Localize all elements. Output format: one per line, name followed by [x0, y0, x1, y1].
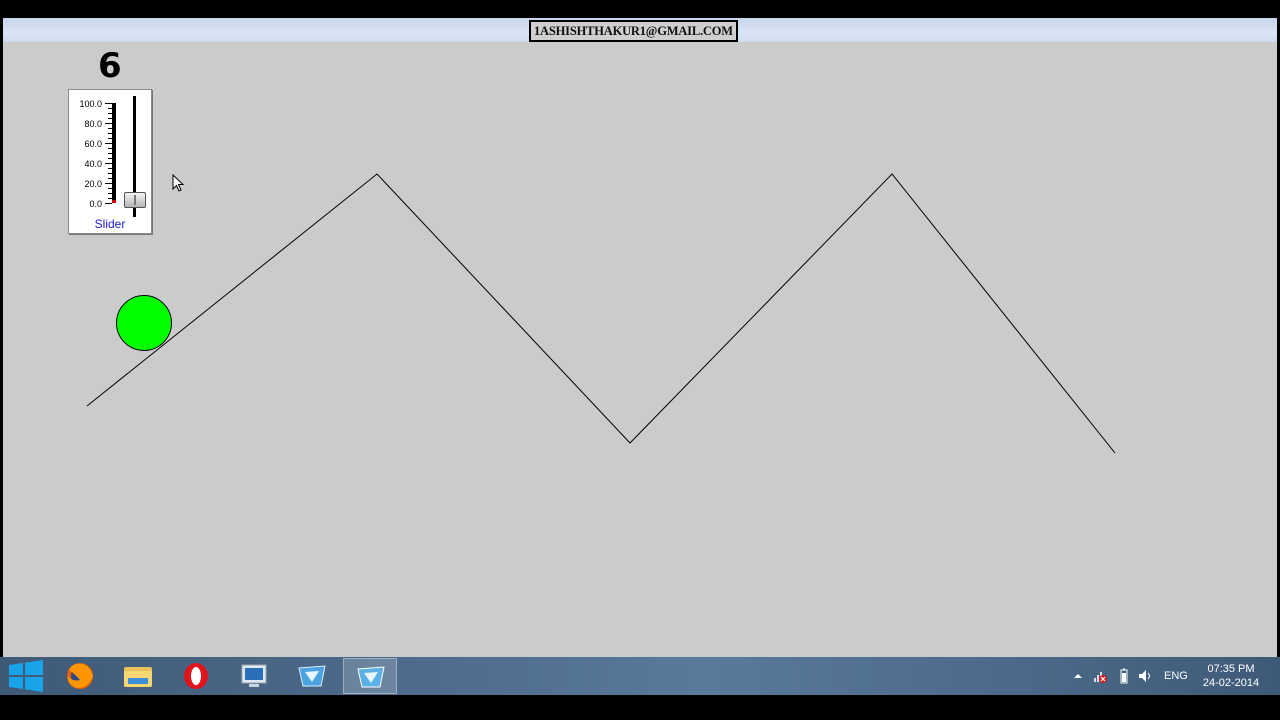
- mouse-pointer-icon: [172, 174, 185, 192]
- application-window: 1ASHISHTHAKUR1@GMAIL.COM 6 100.0 80.0 60…: [3, 18, 1277, 657]
- monitor-icon: [241, 664, 267, 687]
- taskbar-app-button-active[interactable]: [343, 658, 397, 694]
- windows-logo-icon[interactable]: [6, 660, 46, 692]
- drawing-canvas: [86, 173, 1116, 454]
- app-icon: [357, 666, 385, 688]
- input-language-indicator[interactable]: ENG: [1164, 670, 1188, 682]
- title-bar[interactable]: 1ASHISHTHAKUR1@GMAIL.COM: [3, 18, 1277, 42]
- taskbar-firefox-button[interactable]: [53, 658, 107, 694]
- taskbar-app-button[interactable]: [285, 658, 339, 694]
- opera-icon: [184, 663, 208, 689]
- zigzag-track-line: [86, 173, 1116, 454]
- firefox-icon: [67, 663, 93, 689]
- taskbar-file-explorer-button[interactable]: [111, 658, 165, 694]
- taskbar: ENG 07:35 PM 24-02-2014: [0, 657, 1280, 695]
- volume-icon[interactable]: [1138, 668, 1152, 684]
- network-disconnected-icon[interactable]: [1093, 668, 1107, 684]
- taskbar-computer-button[interactable]: [227, 658, 281, 694]
- battery-icon[interactable]: [1117, 668, 1131, 684]
- window-title: 1ASHISHTHAKUR1@GMAIL.COM: [529, 20, 738, 42]
- app-icon: [298, 665, 326, 687]
- screen-letterbox: [0, 695, 1280, 720]
- taskbar-opera-button[interactable]: [169, 658, 223, 694]
- ball: [116, 295, 172, 351]
- clock-date: 24-02-2014: [1202, 677, 1260, 689]
- system-clock[interactable]: 07:35 PM 24-02-2014: [1196, 662, 1266, 690]
- folder-icon: [124, 667, 152, 687]
- clock-time: 07:35 PM: [1207, 663, 1255, 675]
- show-hidden-icons-icon[interactable]: [1071, 668, 1085, 684]
